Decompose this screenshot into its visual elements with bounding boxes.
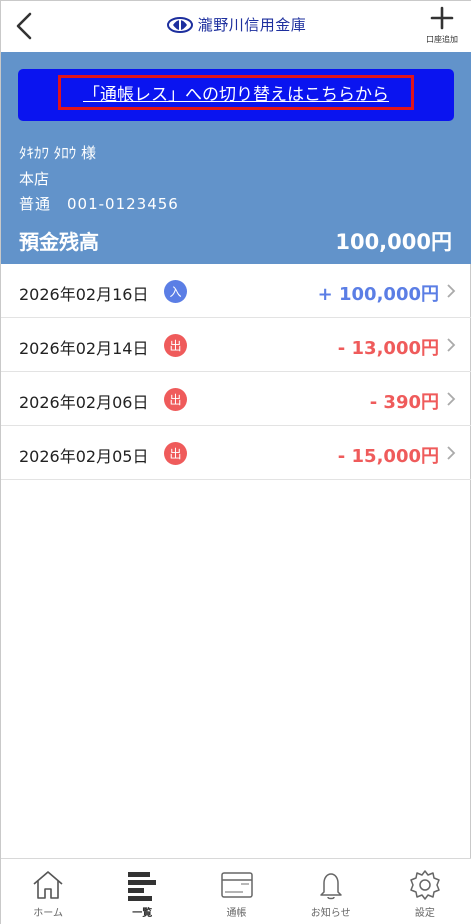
account-number: 普通 001-0123456 <box>19 195 179 213</box>
chevron-right-icon <box>447 392 456 406</box>
transaction-date: 2026年02月05日 <box>19 447 149 466</box>
balance-value: 100,000円 <box>335 230 452 254</box>
account-branch: 本店 <box>19 170 50 188</box>
transaction-amount: - 13,000円 <box>337 338 439 359</box>
tab-notifications-label: お知らせ <box>310 908 351 919</box>
bank-logo-icon <box>166 16 193 33</box>
chevron-right-icon <box>447 338 456 352</box>
app-frame: 瀧野川信用金庫 口座追加 「通帳レス」への切り替えはこちらから ﾀｷｶﾜ ﾀﾛｳ… <box>0 0 471 924</box>
account-holder-name: ﾀｷｶﾜ ﾀﾛｳ 様 <box>19 144 97 162</box>
account-panel: 「通帳レス」への切り替えはこちらから ﾀｷｶﾜ ﾀﾛｳ 様 本店 普通 001-… <box>1 52 471 264</box>
tab-passbook[interactable]: 通帳 <box>189 859 283 924</box>
passbookless-banner[interactable]: 「通帳レス」への切り替えはこちらから <box>18 69 454 121</box>
gear-icon <box>410 870 440 900</box>
tab-passbook-label: 通帳 <box>226 908 247 919</box>
transaction-date: 2026年02月16日 <box>19 285 149 304</box>
tab-notifications[interactable]: お知らせ <box>284 859 378 924</box>
transaction-amount: + 100,000円 <box>317 284 439 305</box>
tab-settings[interactable]: 設定 <box>378 859 471 924</box>
home-icon <box>33 871 63 899</box>
bottom-tab-bar: ホーム 一覧 通帳 お知らせ 設定 <box>1 858 471 924</box>
tab-home-label: ホーム <box>33 908 63 919</box>
add-account-button[interactable]: 口座追加 <box>420 6 464 48</box>
withdrawal-badge: 出 <box>164 334 187 357</box>
tab-settings-label: 設定 <box>414 908 435 919</box>
passbookless-highlight: 「通帳レス」への切り替えはこちらから <box>58 75 414 110</box>
balance-label: 預金残高 <box>19 230 99 254</box>
transaction-amount: - 15,000円 <box>337 446 439 467</box>
transaction-amount: - 390円 <box>369 392 439 413</box>
tab-list[interactable]: 一覧 <box>95 859 189 924</box>
transaction-row[interactable]: 2026年02月05日 出 - 15,000円 <box>1 426 471 480</box>
transaction-row[interactable]: 2026年02月16日 入 + 100,000円 <box>1 264 471 318</box>
chevron-right-icon <box>447 446 456 460</box>
passbookless-link[interactable]: 「通帳レス」への切り替えはこちらから <box>83 80 389 105</box>
passbook-icon <box>220 872 253 898</box>
add-account-label: 口座追加 <box>426 35 458 44</box>
withdrawal-badge: 出 <box>164 442 187 465</box>
transaction-row[interactable]: 2026年02月06日 出 - 390円 <box>1 372 471 426</box>
transaction-row[interactable]: 2026年02月14日 出 - 13,000円 <box>1 318 471 372</box>
bell-icon <box>319 873 342 900</box>
chevron-right-icon <box>447 284 456 298</box>
bank-logo: 瀧野川信用金庫 <box>1 14 471 35</box>
bank-name: 瀧野川信用金庫 <box>197 16 307 34</box>
list-icon <box>128 872 157 901</box>
deposit-badge: 入 <box>164 280 187 303</box>
tab-list-label: 一覧 <box>132 908 153 919</box>
tab-home[interactable]: ホーム <box>1 859 95 924</box>
transaction-date: 2026年02月14日 <box>19 339 149 358</box>
plus-icon <box>430 6 454 30</box>
transaction-date: 2026年02月06日 <box>19 393 149 412</box>
top-bar: 瀧野川信用金庫 口座追加 <box>1 1 471 52</box>
withdrawal-badge: 出 <box>164 388 187 411</box>
transaction-list: 2026年02月16日 入 + 100,000円 2026年02月14日 出 -… <box>1 264 471 480</box>
